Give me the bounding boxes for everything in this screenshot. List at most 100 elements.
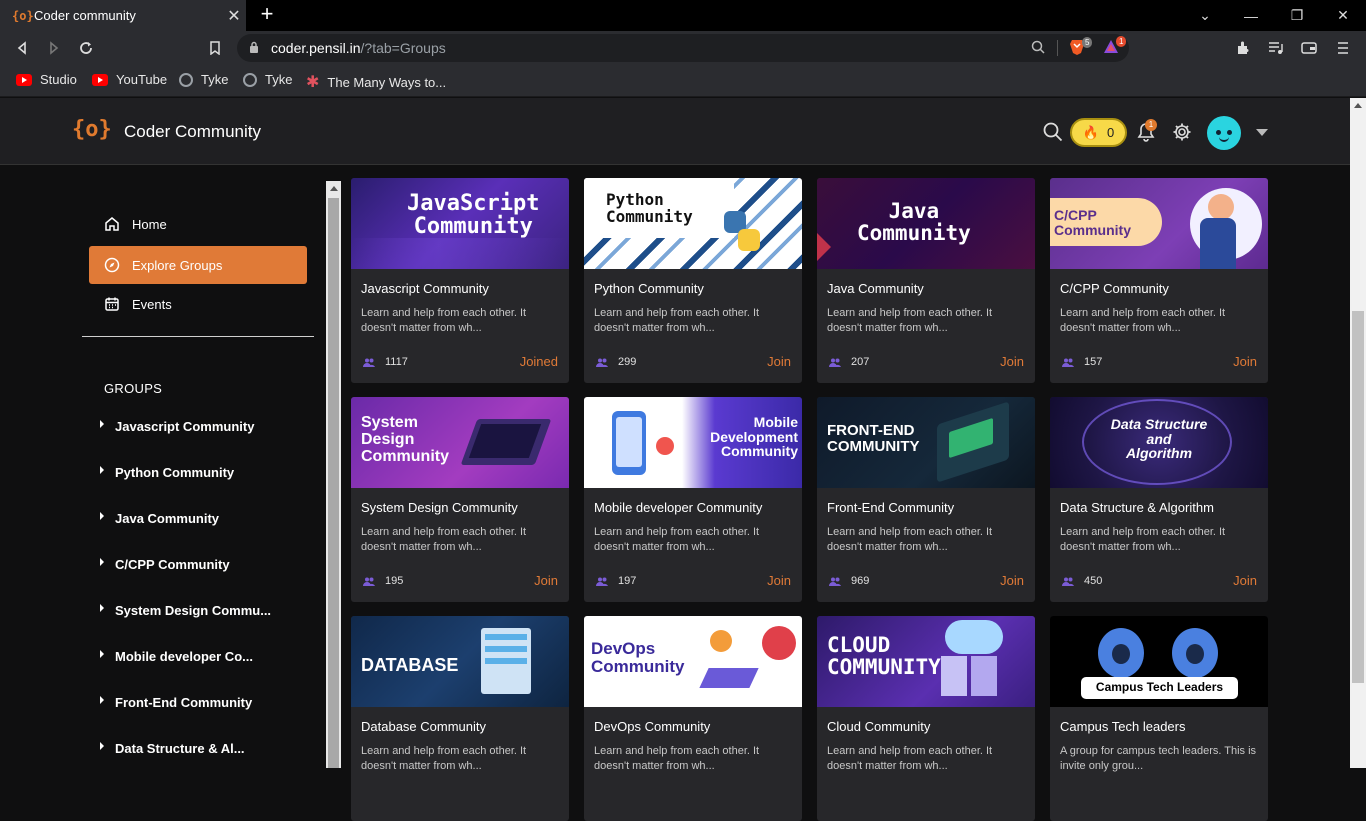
group-card[interactable]: JavaScript Community Javascript Communit… — [351, 178, 569, 383]
zoom-search-icon[interactable] — [1031, 40, 1045, 59]
bookmark-item[interactable]: Studio — [16, 72, 77, 87]
tab-search-icon[interactable]: ⌄ — [1182, 0, 1228, 31]
browser-tab[interactable]: {o} Coder community ✕ — [0, 0, 246, 31]
group-description: Learn and help from each other. It doesn… — [827, 745, 993, 772]
group-title: Javascript Community — [361, 281, 489, 296]
group-card[interactable]: Python Community Python Community Learn … — [584, 178, 802, 383]
sidebar-item-explore-groups[interactable]: Explore Groups — [89, 246, 307, 284]
group-banner: JavaScript Community — [351, 178, 569, 269]
group-card[interactable]: System Design Community System Design Co… — [351, 397, 569, 602]
caret-right-icon — [100, 741, 104, 750]
group-title: DevOps Community — [594, 719, 711, 734]
group-card[interactable]: FRONT-END COMMUNITY Front-End Community … — [817, 397, 1035, 602]
shields-count-badge: 5 — [1082, 37, 1093, 48]
group-card[interactable]: C/CPP Community C/CPP Community Learn an… — [1050, 178, 1268, 383]
forward-button[interactable] — [42, 36, 66, 60]
group-description: Learn and help from each other. It doesn… — [827, 526, 993, 553]
back-button[interactable] — [10, 36, 34, 60]
sidebar-group-link[interactable]: System Design Commu... — [100, 603, 271, 618]
members-icon — [596, 577, 608, 586]
group-card[interactable]: DATABASE Database Community Learn and he… — [351, 616, 569, 821]
gear-icon[interactable] — [1172, 122, 1192, 147]
group-title: System Design Community — [361, 500, 518, 515]
sidebar-group-link[interactable]: Data Structure & Al... — [100, 741, 245, 756]
restore-button[interactable]: ❐ — [1274, 0, 1320, 31]
group-banner: DATABASE — [351, 616, 569, 707]
group-banner: C/CPP Community — [1050, 178, 1268, 269]
member-count: 195 — [363, 575, 403, 587]
sidebar-group-link[interactable]: Mobile developer Co... — [100, 649, 253, 664]
group-banner: Mobile Development Community — [584, 397, 802, 488]
sidebar-group-link[interactable]: Python Community — [100, 465, 234, 480]
join-button[interactable]: Join — [1233, 354, 1257, 369]
reload-button[interactable] — [74, 36, 98, 60]
avatar[interactable] — [1207, 116, 1241, 150]
member-count: 197 — [596, 575, 636, 587]
new-tab-button[interactable]: + — [256, 3, 278, 27]
caret-right-icon — [100, 465, 104, 474]
join-button[interactable]: Join — [534, 573, 558, 588]
wallet-icon[interactable] — [1297, 36, 1321, 60]
search-icon[interactable] — [1043, 122, 1063, 147]
join-button[interactable]: Join — [1000, 354, 1024, 369]
close-window-button[interactable]: ✕ — [1320, 0, 1366, 31]
join-button[interactable]: Join — [767, 354, 791, 369]
group-card[interactable]: DevOps Community DevOps Community Learn … — [584, 616, 802, 821]
group-card[interactable]: Java Community Java Community Learn and … — [817, 178, 1035, 383]
group-title: Front-End Community — [827, 500, 955, 515]
group-card[interactable]: Data Structure and Algorithm Data Struct… — [1050, 397, 1268, 602]
content-scrollbar[interactable] — [326, 181, 341, 768]
url-text: coder.pensil.in/?tab=Groups — [271, 40, 446, 56]
member-count: 207 — [829, 356, 869, 368]
page-scrollbar[interactable] — [1350, 98, 1366, 768]
sidebar-group-link[interactable]: Front-End Community — [100, 695, 252, 710]
bookmark-item[interactable]: YouTube — [92, 72, 167, 87]
join-button[interactable]: Join — [1000, 573, 1024, 588]
media-playlist-icon[interactable] — [1264, 36, 1288, 60]
flame-icon: 🔥 — [1082, 124, 1099, 140]
tab-title: Coder community — [34, 8, 136, 23]
sidebar-item-events[interactable]: Events — [89, 285, 307, 323]
group-card[interactable]: CLOUD COMMUNITY Cloud Community Learn an… — [817, 616, 1035, 821]
extensions-icon[interactable] — [1232, 36, 1256, 60]
bookmark-icon[interactable] — [203, 36, 227, 60]
group-title: Java Community — [827, 281, 924, 296]
group-banner: FRONT-END COMMUNITY — [817, 397, 1035, 488]
brand-name[interactable]: Coder Community — [124, 122, 261, 142]
caret-right-icon — [100, 603, 104, 612]
group-banner: Python Community — [584, 178, 802, 269]
sidebar-item-label: Home — [132, 216, 167, 232]
group-card[interactable]: Mobile Development Community Mobile deve… — [584, 397, 802, 602]
group-banner: Data Structure and Algorithm — [1050, 397, 1268, 488]
minimize-button[interactable]: — — [1228, 0, 1274, 31]
chevron-down-icon[interactable] — [1256, 129, 1268, 136]
bookmark-item[interactable]: Tyke — [243, 72, 292, 87]
caret-right-icon — [100, 695, 104, 704]
browser-menu-icon[interactable] — [1331, 36, 1355, 60]
join-button[interactable]: Join — [1233, 573, 1257, 588]
group-card[interactable]: Campus Tech Leaders Campus Tech leaders … — [1050, 616, 1268, 821]
join-button[interactable]: Join — [767, 573, 791, 588]
group-banner: DevOps Community — [584, 616, 802, 707]
tab-close-icon[interactable]: ✕ — [222, 6, 246, 26]
groups-heading: GROUPS — [104, 381, 163, 396]
address-bar[interactable]: coder.pensil.in/?tab=Groups 5 1 — [237, 34, 1129, 62]
sidebar-group-link[interactable]: C/CPP Community — [100, 557, 230, 572]
coins-badge[interactable]: 🔥 0 — [1070, 118, 1127, 147]
python-logo-icon — [724, 211, 760, 251]
group-title: C/CPP Community — [1060, 281, 1169, 296]
sidebar-group-link[interactable]: Java Community — [100, 511, 219, 526]
sidebar-group-link[interactable]: Javascript Community — [100, 419, 254, 434]
sidebar-item-home[interactable]: Home — [89, 205, 307, 243]
group-title: Mobile developer Community — [594, 500, 763, 515]
globe-icon — [243, 72, 257, 87]
brand-logo-icon[interactable]: {o} — [72, 117, 112, 142]
caret-right-icon — [100, 557, 104, 566]
group-banner: CLOUD COMMUNITY — [817, 616, 1035, 707]
bookmark-item[interactable]: ✱ The Many Ways to... — [306, 72, 446, 92]
group-description: Learn and help from each other. It doesn… — [1060, 307, 1226, 334]
member-count: 969 — [829, 575, 869, 587]
join-status[interactable]: Joined — [520, 354, 558, 369]
bookmark-item[interactable]: Tyke — [179, 72, 228, 87]
members-icon — [1062, 358, 1074, 367]
